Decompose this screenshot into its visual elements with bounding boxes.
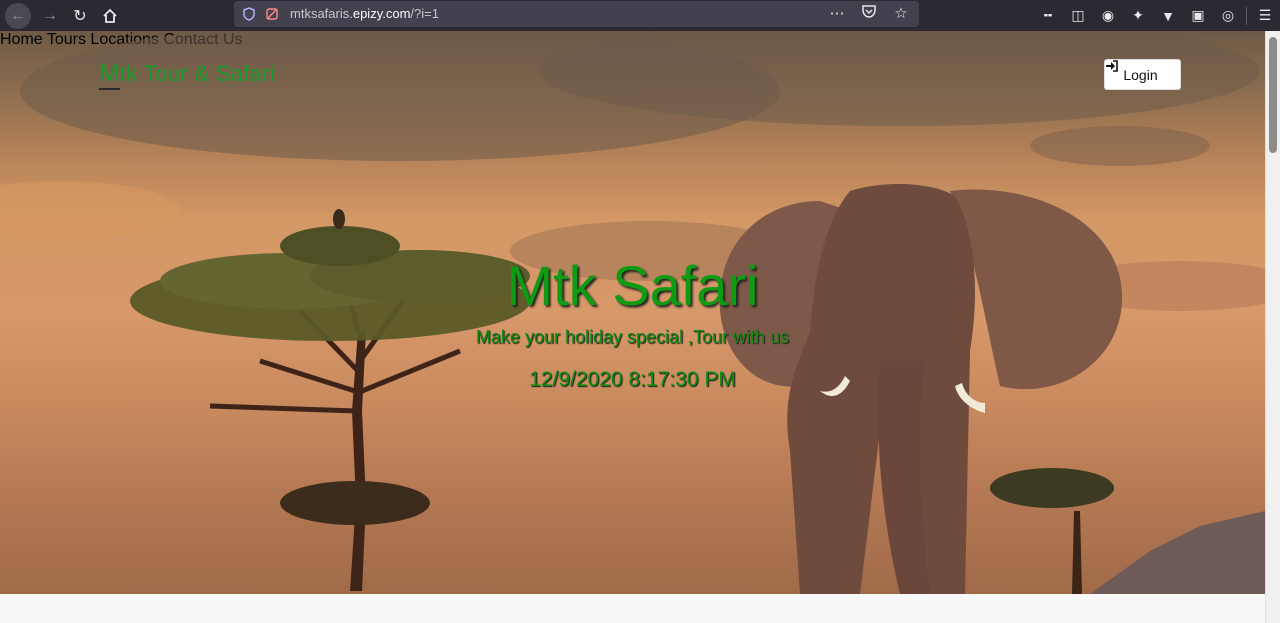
url-text[interactable]: mtksafaris.epizy.com/?i=1	[290, 6, 439, 21]
url-prefix: mtksafaris.	[290, 6, 353, 21]
page-scrollbar[interactable]	[1265, 31, 1280, 623]
picture-icon[interactable]: ▣	[1183, 0, 1213, 31]
page-viewport: Mtk Tour & Safari Home Tours Locations C…	[0, 31, 1280, 623]
vpn-icon[interactable]: ▼	[1153, 0, 1183, 31]
arrow-right-icon[interactable]: →	[37, 3, 63, 29]
login-button[interactable]: Login	[1104, 59, 1181, 90]
browser-toolbar: ← → ↻ mtksafaris.epizy.com/?i=1 ⋯ ☆ ╍ ◫ …	[0, 0, 1280, 31]
home-icon[interactable]	[97, 3, 123, 29]
globe-icon[interactable]: ◎	[1213, 0, 1243, 31]
hero-section: Mtk Tour & Safari Home Tours Locations C…	[0, 31, 1265, 594]
scrollbar-thumb[interactable]	[1269, 37, 1277, 153]
hero-subtitle: Make your holiday special ,Tour with us	[475, 327, 790, 347]
library-icon[interactable]: ╍	[1033, 0, 1063, 31]
small-tree-trunk	[1072, 511, 1082, 594]
shield-icon[interactable]	[242, 7, 256, 21]
site-info-icon[interactable]	[265, 7, 279, 21]
extension-icon[interactable]: ✦	[1123, 0, 1153, 31]
hero-datetime: 12/9/2020 8:17:30 PM	[529, 368, 736, 391]
url-path: /?i=1	[410, 6, 439, 21]
site-logo[interactable]: Mtk Tour & Safari	[99, 59, 275, 90]
star-icon[interactable]: ☆	[891, 4, 911, 22]
more-horizontal-icon[interactable]: ⋯	[827, 4, 847, 22]
pocket-icon[interactable]	[859, 4, 879, 22]
distant-hill	[1090, 511, 1265, 594]
hero-title: Mtk Safari	[506, 254, 759, 317]
logo-text: tk Tour & Safari	[120, 61, 275, 86]
bird	[333, 209, 345, 229]
sun-glow	[0, 181, 180, 241]
login-label: Login	[1123, 66, 1158, 83]
cloud	[1030, 126, 1210, 166]
sidebar-icon[interactable]: ◫	[1063, 0, 1093, 31]
logo-initial: M	[99, 59, 121, 90]
small-tree-canopy	[280, 481, 430, 525]
page-content-below	[0, 594, 1265, 623]
arrow-left-icon[interactable]: ←	[5, 3, 31, 29]
menu-icon[interactable]: ☰	[1250, 0, 1280, 31]
url-bar[interactable]: mtksafaris.epizy.com/?i=1 ⋯ ☆	[234, 1, 919, 27]
url-domain: epizy.com	[352, 6, 411, 21]
reload-icon[interactable]: ↻	[67, 3, 93, 29]
account-icon[interactable]: ◉	[1093, 0, 1123, 31]
small-tree-canopy	[990, 468, 1114, 508]
toolbar-separator	[1246, 6, 1247, 25]
